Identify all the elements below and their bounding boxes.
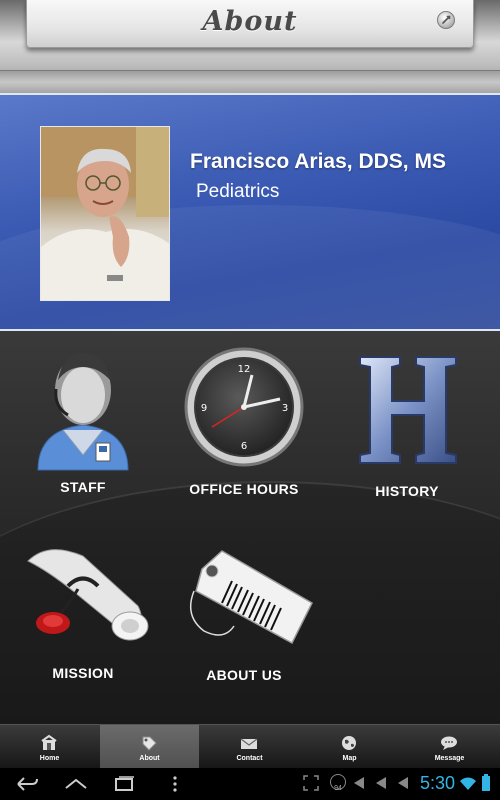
staff-icon [37, 353, 129, 471]
notification-count-badge: 94 [330, 774, 346, 792]
back-icon[interactable] [14, 774, 40, 794]
chat-icon [441, 736, 457, 750]
app-header: About [0, 0, 500, 93]
tag-icon [189, 550, 313, 645]
home-icon [41, 734, 57, 750]
title-plate: About [26, 0, 474, 48]
tab-map[interactable]: Map [300, 725, 399, 769]
tag-icon [142, 736, 157, 751]
svg-text:3: 3 [281, 403, 287, 414]
system-navigation-bar: 94 5:30 [0, 768, 500, 800]
notification-icon [354, 777, 364, 789]
tab-message[interactable]: Message [400, 725, 499, 769]
menu-item-history[interactable]: HISTORY [324, 345, 490, 525]
menu-item-about-us[interactable]: ABOUT US [161, 531, 327, 711]
profile-banner: Francisco Arias, DDS, MS Pediatrics [0, 93, 500, 331]
clock-icon: 12 3 6 9 [184, 347, 303, 467]
tab-contact-label: Contact [236, 755, 263, 762]
tab-about-label: About [139, 755, 160, 762]
about-us-label: ABOUT US [206, 667, 282, 683]
notification-count: 94 [334, 785, 342, 792]
tab-map-label: Map [342, 755, 357, 762]
tab-home-label: Home [39, 755, 60, 762]
page-title: About [202, 6, 298, 37]
menu-item-staff[interactable]: STAFF [0, 345, 166, 525]
battery-icon [482, 774, 490, 791]
mail-icon [240, 738, 258, 749]
recent-apps-icon[interactable] [113, 774, 137, 794]
menu-item-office-hours[interactable]: 12 3 6 9 OFFICE HOURS [161, 345, 327, 525]
menu-item-mission[interactable]: MISSION [0, 531, 166, 711]
tab-message-label: Message [434, 755, 465, 762]
history-letter-icon [359, 356, 457, 464]
menu-overflow-icon[interactable] [170, 774, 180, 794]
tab-bar: Home About Contact Map Message [0, 724, 500, 769]
scroll-icon [27, 549, 149, 641]
svg-text:9: 9 [200, 403, 206, 414]
notification-icon [398, 777, 408, 789]
doctor-name: Francisco Arias, DDS, MS [190, 150, 446, 173]
globe-icon [342, 736, 356, 750]
gear-icon[interactable] [437, 11, 455, 29]
home-nav-icon[interactable] [62, 774, 90, 794]
header-band [0, 70, 500, 93]
svg-text:12: 12 [237, 364, 250, 375]
history-label: HISTORY [375, 483, 439, 499]
fullscreen-icon [303, 775, 319, 791]
staff-label: STAFF [60, 479, 106, 495]
notification-icon [376, 777, 386, 789]
tab-contact[interactable]: Contact [200, 725, 299, 769]
mission-label: MISSION [52, 665, 114, 681]
office-hours-label: OFFICE HOURS [189, 481, 299, 497]
menu-grid: STAFF 12 3 6 9 OFFICE HOURS HISTORY MISS… [0, 331, 500, 724]
doctor-specialty: Pediatrics [196, 181, 280, 202]
wifi-icon [460, 777, 476, 790]
tab-about[interactable]: About [100, 725, 199, 769]
tab-home[interactable]: Home [0, 725, 99, 769]
doctor-photo [40, 126, 170, 301]
status-clock: 5:30 [420, 773, 456, 793]
svg-text:6: 6 [240, 441, 246, 452]
